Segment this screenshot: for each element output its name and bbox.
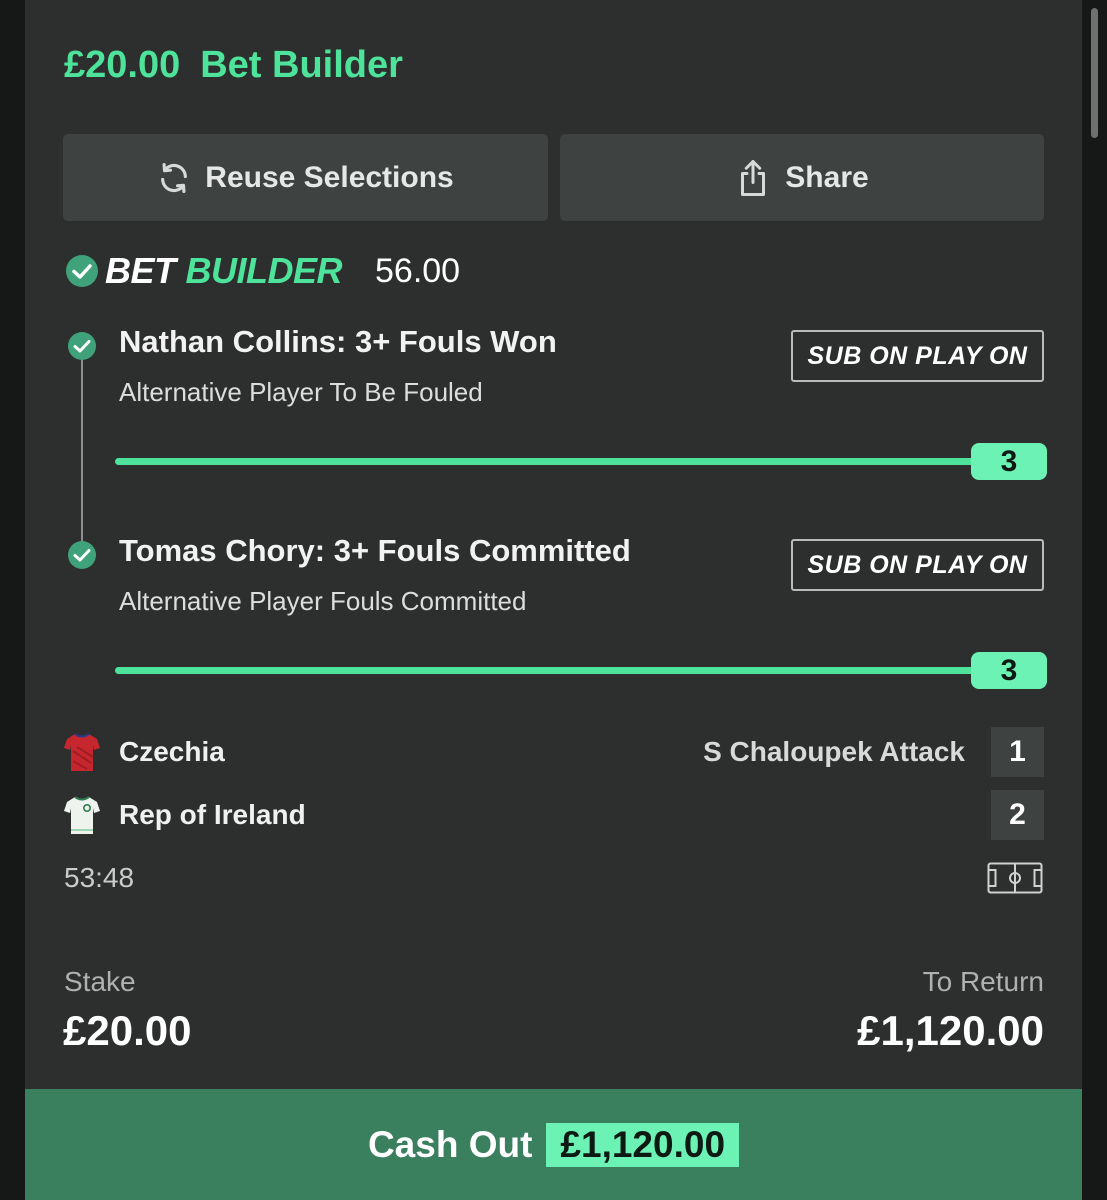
stake-value: £20.00 bbox=[63, 1007, 192, 1054]
bet-title: £20.00 Bet Builder bbox=[64, 44, 403, 87]
home-score: 1 bbox=[991, 727, 1044, 777]
bet-odds: 56.00 bbox=[375, 251, 461, 290]
home-team-row: Czechia bbox=[63, 727, 225, 777]
leg-progress-value: 3 bbox=[971, 652, 1047, 689]
bet-card: £20.00 Bet Builder Reuse Selections Share… bbox=[25, 0, 1082, 1200]
share-label: Share bbox=[785, 160, 869, 194]
share-button[interactable]: Share bbox=[560, 134, 1044, 221]
away-team-name: Rep of Ireland bbox=[119, 799, 306, 830]
leg-progress-bar bbox=[115, 667, 985, 674]
logo-word-builder: BUILDER bbox=[185, 250, 343, 291]
away-team-row: Rep of Ireland bbox=[63, 790, 306, 840]
logo-word-bet: BET bbox=[105, 250, 176, 291]
bet-builder-header: BET BUILDER 56.00 bbox=[65, 250, 460, 292]
last-event: S Chaloupek Attack bbox=[703, 736, 965, 767]
share-icon bbox=[741, 159, 766, 196]
to-return-value: £1,120.00 bbox=[857, 1007, 1044, 1054]
to-return-label: To Return bbox=[922, 966, 1044, 997]
leg-won-check-icon bbox=[68, 541, 96, 569]
red-shirt-icon bbox=[64, 733, 100, 771]
sub-on-play-on-badge[interactable]: SUB ON PLAY ON bbox=[791, 539, 1044, 591]
home-team-name: Czechia bbox=[119, 736, 225, 767]
sub-on-play-on-badge[interactable]: SUB ON PLAY ON bbox=[791, 330, 1044, 382]
white-shirt-icon bbox=[64, 796, 100, 834]
bet-type-title: Bet Builder bbox=[200, 44, 403, 86]
leg-progress-value: 3 bbox=[971, 443, 1047, 480]
match-clock: 53:48 bbox=[64, 862, 135, 893]
away-score: 2 bbox=[991, 790, 1044, 840]
leg-won-check-icon bbox=[68, 332, 96, 360]
check-circle-icon bbox=[66, 255, 98, 287]
stake-label: Stake bbox=[64, 966, 136, 997]
leg-title: Tomas Chory: 3+ Fouls Committed bbox=[119, 533, 631, 568]
bet-builder-logo: BET BUILDER bbox=[65, 250, 342, 292]
refresh-icon bbox=[161, 162, 188, 193]
leg-market: Alternative Player Fouls Committed bbox=[119, 586, 527, 616]
leg-progress-bar bbox=[115, 458, 985, 465]
pitch-icon[interactable] bbox=[987, 862, 1043, 894]
reuse-selections-button[interactable]: Reuse Selections bbox=[63, 134, 548, 221]
scrollbar[interactable] bbox=[1091, 8, 1098, 138]
cash-out-button[interactable]: Cash Out £1,120.00 bbox=[25, 1089, 1082, 1200]
legs-timeline bbox=[81, 355, 83, 550]
leg-market: Alternative Player To Be Fouled bbox=[119, 377, 483, 407]
reuse-selections-label: Reuse Selections bbox=[205, 160, 454, 194]
leg-title: Nathan Collins: 3+ Fouls Won bbox=[119, 324, 557, 359]
bet-stake-title: £20.00 bbox=[64, 44, 181, 86]
cash-out-label: Cash Out bbox=[367, 1123, 533, 1165]
cash-out-amount: £1,120.00 bbox=[546, 1122, 740, 1167]
